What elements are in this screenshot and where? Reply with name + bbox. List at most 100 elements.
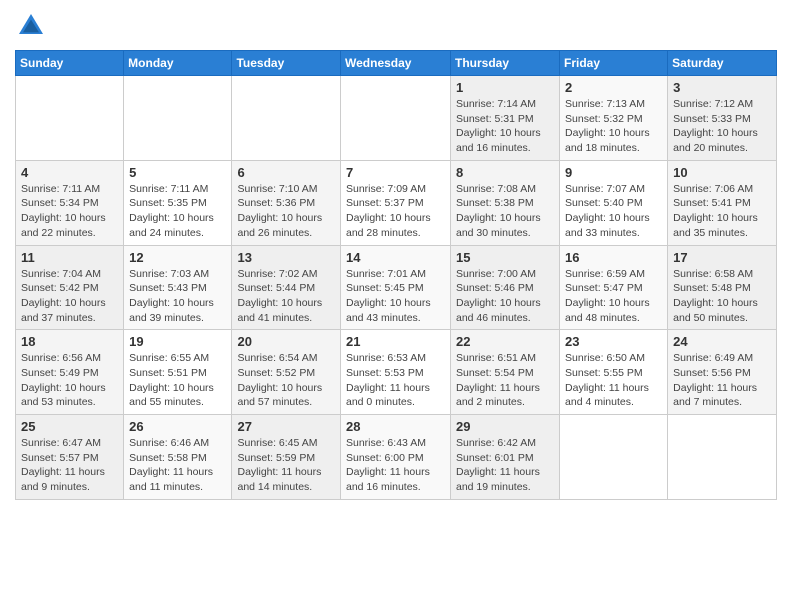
calendar-cell (341, 76, 451, 161)
calendar-table: SundayMondayTuesdayWednesdayThursdayFrid… (15, 50, 777, 500)
day-info: Sunrise: 7:04 AMSunset: 5:42 PMDaylight:… (21, 267, 118, 326)
day-number: 17 (673, 250, 771, 265)
day-number: 22 (456, 334, 554, 349)
calendar-cell: 1 Sunrise: 7:14 AMSunset: 5:31 PMDaylight… (451, 76, 560, 161)
day-number: 20 (237, 334, 335, 349)
calendar-header-row: SundayMondayTuesdayWednesdayThursdayFrid… (16, 51, 777, 76)
day-number: 2 (565, 80, 662, 95)
day-header-sunday: Sunday (16, 51, 124, 76)
day-info: Sunrise: 7:11 AMSunset: 5:35 PMDaylight:… (129, 182, 226, 241)
calendar-cell: 6Sunrise: 7:10 AMSunset: 5:36 PMDaylight… (232, 160, 341, 245)
day-number: 21 (346, 334, 445, 349)
day-header-wednesday: Wednesday (341, 51, 451, 76)
day-header-monday: Monday (124, 51, 232, 76)
day-header-saturday: Saturday (668, 51, 777, 76)
day-number: 26 (129, 419, 226, 434)
calendar-cell: 15Sunrise: 7:00 AMSunset: 5:46 PMDayligh… (451, 245, 560, 330)
day-info: Sunrise: 6:54 AMSunset: 5:52 PMDaylight:… (237, 351, 335, 410)
calendar-cell: 5Sunrise: 7:11 AMSunset: 5:35 PMDaylight… (124, 160, 232, 245)
calendar-cell: 11 Sunrise: 7:04 AMSunset: 5:42 PMDayligh… (16, 245, 124, 330)
calendar-cell: 16Sunrise: 6:59 AMSunset: 5:47 PMDayligh… (560, 245, 668, 330)
day-info: Sunrise: 6:58 AMSunset: 5:48 PMDaylight:… (673, 267, 771, 326)
day-info: Sunrise: 6:55 AMSunset: 5:51 PMDaylight:… (129, 351, 226, 410)
calendar-cell: 26 Sunrise: 6:46 AMSunset: 5:58 PMDayligh… (124, 415, 232, 500)
day-number: 18 (21, 334, 118, 349)
day-info: Sunrise: 6:50 AMSunset: 5:55 PMDaylight:… (565, 351, 662, 410)
calendar-week-5: 25 Sunrise: 6:47 AMSunset: 5:57 PMDayligh… (16, 415, 777, 500)
day-info: Sunrise: 7:01 AMSunset: 5:45 PMDaylight:… (346, 267, 445, 326)
calendar-week-3: 11 Sunrise: 7:04 AMSunset: 5:42 PMDayligh… (16, 245, 777, 330)
day-info: Sunrise: 7:06 AMSunset: 5:41 PMDaylight:… (673, 182, 771, 241)
calendar-cell: 25 Sunrise: 6:47 AMSunset: 5:57 PMDayligh… (16, 415, 124, 500)
day-info: Sunrise: 6:42 AMSunset: 6:01 PMDaylight:… (456, 436, 554, 495)
calendar-body: 1 Sunrise: 7:14 AMSunset: 5:31 PMDaylight… (16, 76, 777, 500)
day-number: 24 (673, 334, 771, 349)
logo-icon (15, 10, 47, 42)
calendar-cell (232, 76, 341, 161)
day-number: 1 (456, 80, 554, 95)
day-info: Sunrise: 6:45 AMSunset: 5:59 PMDaylight:… (237, 436, 335, 495)
calendar-cell: 27Sunrise: 6:45 AMSunset: 5:59 PMDayligh… (232, 415, 341, 500)
calendar-cell: 29 Sunrise: 6:42 AMSunset: 6:01 PMDayligh… (451, 415, 560, 500)
calendar-cell (16, 76, 124, 161)
calendar-cell: 17 Sunrise: 6:58 AMSunset: 5:48 PMDayligh… (668, 245, 777, 330)
calendar-week-2: 4 Sunrise: 7:11 AMSunset: 5:34 PMDaylight… (16, 160, 777, 245)
day-info: Sunrise: 7:07 AMSunset: 5:40 PMDaylight:… (565, 182, 662, 241)
calendar-cell: 8 Sunrise: 7:08 AMSunset: 5:38 PMDaylight… (451, 160, 560, 245)
day-info: Sunrise: 6:46 AMSunset: 5:58 PMDaylight:… (129, 436, 226, 495)
calendar-week-1: 1 Sunrise: 7:14 AMSunset: 5:31 PMDaylight… (16, 76, 777, 161)
day-info: Sunrise: 7:03 AMSunset: 5:43 PMDaylight:… (129, 267, 226, 326)
day-info: Sunrise: 6:51 AMSunset: 5:54 PMDaylight:… (456, 351, 554, 410)
day-info: Sunrise: 7:14 AMSunset: 5:31 PMDaylight:… (456, 97, 554, 156)
calendar-cell: 4 Sunrise: 7:11 AMSunset: 5:34 PMDaylight… (16, 160, 124, 245)
calendar-cell: 3 Sunrise: 7:12 AMSunset: 5:33 PMDaylight… (668, 76, 777, 161)
day-info: Sunrise: 6:47 AMSunset: 5:57 PMDaylight:… (21, 436, 118, 495)
day-info: Sunrise: 7:00 AMSunset: 5:46 PMDaylight:… (456, 267, 554, 326)
day-number: 29 (456, 419, 554, 434)
day-info: Sunrise: 7:12 AMSunset: 5:33 PMDaylight:… (673, 97, 771, 156)
calendar-cell: 22 Sunrise: 6:51 AMSunset: 5:54 PMDayligh… (451, 330, 560, 415)
calendar-cell (668, 415, 777, 500)
day-number: 28 (346, 419, 445, 434)
calendar-cell: 10 Sunrise: 7:06 AMSunset: 5:41 PMDayligh… (668, 160, 777, 245)
day-number: 25 (21, 419, 118, 434)
day-number: 10 (673, 165, 771, 180)
day-info: Sunrise: 7:08 AMSunset: 5:38 PMDaylight:… (456, 182, 554, 241)
calendar-week-4: 18 Sunrise: 6:56 AMSunset: 5:49 PMDayligh… (16, 330, 777, 415)
day-number: 23 (565, 334, 662, 349)
day-number: 13 (237, 250, 335, 265)
calendar-cell: 12 Sunrise: 7:03 AMSunset: 5:43 PMDayligh… (124, 245, 232, 330)
day-number: 9 (565, 165, 662, 180)
calendar-cell: 23 Sunrise: 6:50 AMSunset: 5:55 PMDayligh… (560, 330, 668, 415)
calendar-cell: 21 Sunrise: 6:53 AMSunset: 5:53 PMDayligh… (341, 330, 451, 415)
day-number: 3 (673, 80, 771, 95)
day-info: Sunrise: 7:10 AMSunset: 5:36 PMDaylight:… (237, 182, 335, 241)
day-number: 4 (21, 165, 118, 180)
day-info: Sunrise: 6:49 AMSunset: 5:56 PMDaylight:… (673, 351, 771, 410)
logo (15, 10, 51, 42)
day-number: 7 (346, 165, 445, 180)
calendar-cell: 28Sunrise: 6:43 AMSunset: 6:00 PMDayligh… (341, 415, 451, 500)
day-number: 8 (456, 165, 554, 180)
day-number: 11 (21, 250, 118, 265)
calendar-cell (560, 415, 668, 500)
day-number: 16 (565, 250, 662, 265)
day-info: Sunrise: 6:53 AMSunset: 5:53 PMDaylight:… (346, 351, 445, 410)
calendar-cell: 19 Sunrise: 6:55 AMSunset: 5:51 PMDayligh… (124, 330, 232, 415)
calendar-cell: 20 Sunrise: 6:54 AMSunset: 5:52 PMDayligh… (232, 330, 341, 415)
day-number: 19 (129, 334, 226, 349)
page-header (15, 10, 777, 42)
calendar-cell: 24 Sunrise: 6:49 AMSunset: 5:56 PMDayligh… (668, 330, 777, 415)
day-header-thursday: Thursday (451, 51, 560, 76)
calendar-cell (124, 76, 232, 161)
calendar-cell: 14Sunrise: 7:01 AMSunset: 5:45 PMDayligh… (341, 245, 451, 330)
day-info: Sunrise: 6:56 AMSunset: 5:49 PMDaylight:… (21, 351, 118, 410)
day-header-friday: Friday (560, 51, 668, 76)
day-info: Sunrise: 7:13 AMSunset: 5:32 PMDaylight:… (565, 97, 662, 156)
day-info: Sunrise: 7:02 AMSunset: 5:44 PMDaylight:… (237, 267, 335, 326)
day-header-tuesday: Tuesday (232, 51, 341, 76)
day-info: Sunrise: 7:09 AMSunset: 5:37 PMDaylight:… (346, 182, 445, 241)
day-number: 12 (129, 250, 226, 265)
calendar-cell: 18 Sunrise: 6:56 AMSunset: 5:49 PMDayligh… (16, 330, 124, 415)
day-info: Sunrise: 7:11 AMSunset: 5:34 PMDaylight:… (21, 182, 118, 241)
